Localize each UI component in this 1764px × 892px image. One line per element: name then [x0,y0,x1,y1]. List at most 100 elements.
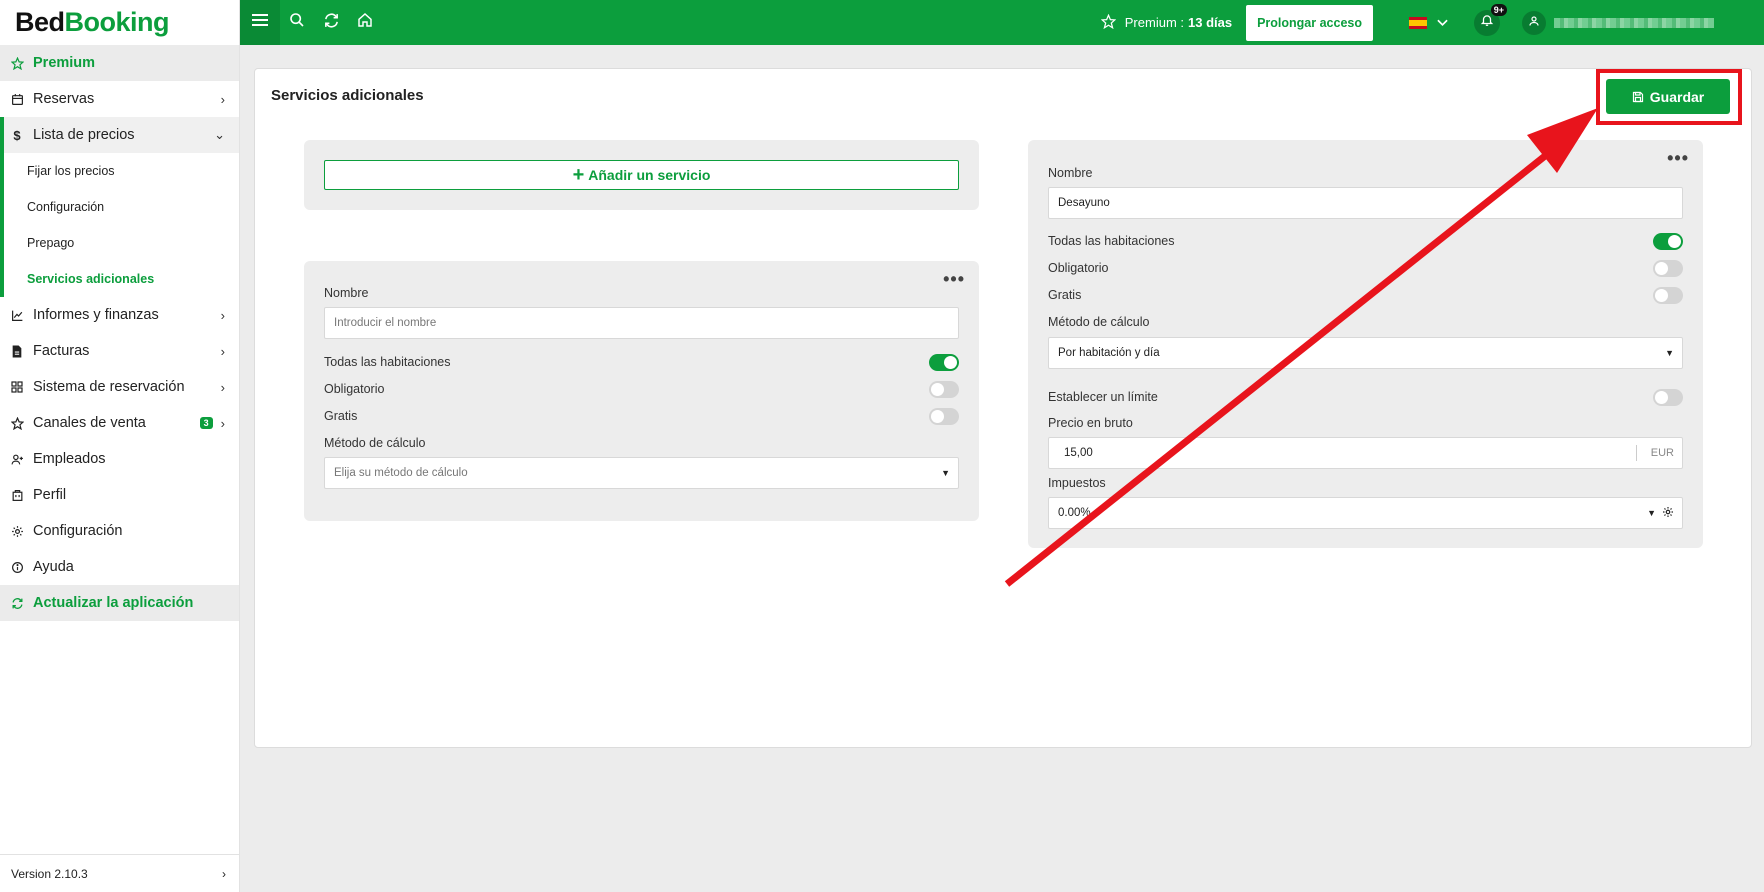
premium-days: 13 días [1188,15,1233,30]
invoice-icon [10,344,24,358]
app-logo[interactable]: Bed Booking [0,0,239,45]
free-toggle[interactable] [929,408,959,425]
highlight-box [1596,69,1742,125]
menu-toggle-button[interactable] [240,0,280,45]
gear-icon[interactable] [1662,506,1674,521]
sidebar-item-label: Facturas [33,343,90,359]
sidebar-item-label: Informes y finanzas [33,307,159,323]
new-service-card: ••• Nombre Introducir el nombre Todas la… [304,261,979,521]
chart-icon [10,308,24,322]
add-service-button[interactable]: + Añadir un servicio [324,160,959,190]
all-rooms-toggle[interactable] [929,354,959,371]
avatar[interactable] [1522,10,1546,35]
refresh-icon [323,12,340,34]
sidebar-item-perfil[interactable]: Perfil [0,477,239,513]
breakfast-service-card: ••• Nombre Desayuno Todas las habitacion… [1028,140,1703,548]
gear-icon [10,524,24,538]
refresh-icon [10,596,24,610]
caret-down-icon: ▼ [1665,348,1674,358]
grid-icon [10,380,24,394]
free-toggle[interactable] [1653,287,1683,304]
extend-access-button[interactable]: Prolongar acceso [1246,4,1373,41]
free-label: Gratis [1048,288,1082,302]
sidebar-item-label: Configuración [33,523,123,539]
method-label: Método de cálculo [1048,315,1150,329]
caret-down-icon: ▼ [1647,508,1656,518]
building-icon [10,488,24,502]
sidebar-subitem-configuracion[interactable]: Configuración [4,189,239,225]
notifications-button[interactable]: 9+ [1474,3,1507,36]
sidebar-item-label: Lista de precios [33,127,135,143]
sidebar-item-label: Premium [33,55,96,71]
price-label: Precio en bruto [1048,416,1133,430]
free-label: Gratis [324,409,358,423]
sidebar-item-configuracion[interactable]: Configuración [0,513,239,549]
star-icon [10,56,24,70]
name-input[interactable]: Desayuno [1048,187,1683,219]
price-input[interactable]: 15,00 EUR [1048,437,1683,469]
method-value: Por habitación y día [1058,347,1160,359]
sidebar-submenu: Fijar los precios Configuración Prepago … [0,153,239,297]
method-label: Método de cálculo [324,436,426,450]
sidebar-item-sistema-reservacion[interactable]: Sistema de reservación › [0,369,239,405]
calendar-icon [10,92,24,106]
star-icon [10,416,24,430]
all-rooms-toggle[interactable] [1653,233,1683,250]
sidebar-item-reservas[interactable]: Reservas › [0,81,239,117]
caret-down-icon: ▼ [941,468,950,478]
bell-icon [1480,13,1494,32]
method-select[interactable]: Elija su método de cálculo ▼ [324,457,959,489]
refresh-button[interactable] [314,0,348,45]
sidebar-item-canales-venta[interactable]: Canales de venta 3 › [0,405,239,441]
chevron-down-icon [1437,14,1448,32]
sidebar-item-label: Sistema de reservación [33,379,185,395]
chevron-right-icon: › [220,415,225,431]
page-title: Servicios adicionales [271,87,424,104]
more-options-icon[interactable]: ••• [943,269,965,290]
version-footer[interactable]: Version 2.10.3 › [0,854,240,892]
more-options-icon[interactable]: ••• [1667,148,1689,169]
name-placeholder: Introducir el nombre [334,317,437,329]
mandatory-toggle[interactable] [1653,260,1683,277]
sidebar-item-actualizar[interactable]: Actualizar la aplicación [0,585,239,621]
username-blurred[interactable] [1554,17,1714,28]
search-button[interactable] [280,0,314,45]
sidebar-item-empleados[interactable]: Empleados [0,441,239,477]
language-selector[interactable] [1409,14,1448,32]
logo-text-bed: Bed [15,7,65,37]
info-icon [10,560,24,574]
taxes-select[interactable]: 0.00% ▼ [1048,497,1683,529]
name-input[interactable]: Introducir el nombre [324,307,959,339]
sidebar-item-label: Perfil [33,487,67,503]
home-button[interactable] [348,0,382,45]
method-placeholder: Elija su método de cálculo [334,467,468,479]
sidebar-item-label: Actualizar la aplicación [33,595,194,611]
sidebar-item-lista-de-precios[interactable]: $ Lista de precios ⌄ [0,117,239,153]
name-value: Desayuno [1058,197,1110,209]
method-select[interactable]: Por habitación y día ▼ [1048,337,1683,369]
chevron-right-icon: › [222,866,226,881]
sidebar-item-informes[interactable]: Informes y finanzas › [0,297,239,333]
price-value: 15,00 [1064,447,1093,459]
spain-flag-icon [1409,16,1427,29]
main-panel: Servicios adicionales Guardar + Añadir u… [254,68,1752,748]
limit-toggle[interactable] [1653,389,1683,406]
sidebar-subitem-fijar-precios[interactable]: Fijar los precios [4,153,239,189]
chevron-right-icon: › [220,91,225,107]
mandatory-toggle[interactable] [929,381,959,398]
currency-label: EUR [1635,445,1682,461]
notifications-badge: 9+ [1490,3,1507,16]
premium-status: Premium : 13 días [1100,13,1233,32]
sidebar-item-facturas[interactable]: Facturas › [0,333,239,369]
sidebar-item-ayuda[interactable]: Ayuda [0,549,239,585]
sidebar-item-label: Reservas [33,91,95,107]
home-icon [357,12,373,33]
add-service-label: Añadir un servicio [588,167,711,183]
sidebar-subitem-servicios-adicionales[interactable]: Servicios adicionales [4,261,239,297]
premium-label: Premium : [1124,15,1184,30]
sidebar-item-premium[interactable]: Premium [0,45,239,81]
mandatory-label: Obligatorio [1048,261,1109,275]
sidebar-subitem-prepago[interactable]: Prepago [4,225,239,261]
chevron-right-icon: › [220,343,225,359]
name-label: Nombre [1048,166,1093,180]
